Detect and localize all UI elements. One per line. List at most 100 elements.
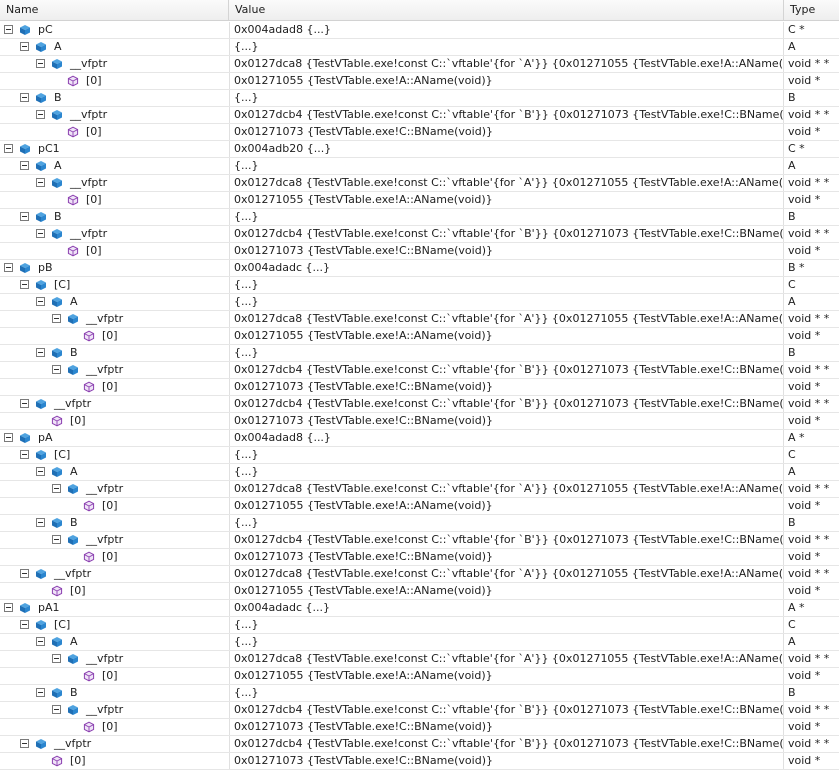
value-cell[interactable]: 0x01271073 {TestVTable.exe!C::BName(void…	[229, 753, 784, 769]
collapse-toggle[interactable]	[4, 263, 13, 272]
tree-row[interactable]: [0] 0x01271055 {TestVTable.exe!A::AName(v…	[0, 328, 839, 345]
tree-row[interactable]: A {...} A	[0, 294, 839, 311]
collapse-toggle[interactable]	[20, 569, 29, 578]
tree-row[interactable]: B {...} B	[0, 515, 839, 532]
collapse-toggle[interactable]	[36, 178, 45, 187]
collapse-toggle[interactable]	[36, 348, 45, 357]
value-cell[interactable]: 0x01271073 {TestVTable.exe!C::BName(void…	[229, 379, 784, 395]
tree-row[interactable]: [0] 0x01271055 {TestVTable.exe!A::AName(v…	[0, 192, 839, 209]
value-cell[interactable]: 0x004adad8 {...}	[229, 430, 784, 446]
collapse-toggle[interactable]	[52, 365, 61, 374]
tree-row[interactable]: pC1 0x004adb20 {...} C *	[0, 141, 839, 158]
collapse-toggle[interactable]	[52, 705, 61, 714]
name-column-header[interactable]: Name	[0, 0, 229, 20]
tree-row[interactable]: __vfptr 0x0127dca8 {TestVTable.exe!const …	[0, 651, 839, 668]
value-cell[interactable]: 0x0127dcb4 {TestVTable.exe!const C::`vft…	[229, 226, 784, 242]
collapse-toggle[interactable]	[52, 484, 61, 493]
tree-row[interactable]: __vfptr 0x0127dcb4 {TestVTable.exe!const …	[0, 532, 839, 549]
value-cell[interactable]: 0x0127dca8 {TestVTable.exe!const C::`vft…	[229, 481, 784, 497]
tree-row[interactable]: B {...} B	[0, 345, 839, 362]
tree-row[interactable]: A {...} A	[0, 158, 839, 175]
value-cell[interactable]: 0x01271055 {TestVTable.exe!A::AName(void…	[229, 192, 784, 208]
value-cell[interactable]: {...}	[229, 515, 784, 531]
value-cell[interactable]: 0x01271055 {TestVTable.exe!A::AName(void…	[229, 583, 784, 599]
value-cell[interactable]: 0x004adb20 {...}	[229, 141, 784, 157]
tree-row[interactable]: __vfptr 0x0127dca8 {TestVTable.exe!const …	[0, 56, 839, 73]
collapse-toggle[interactable]	[20, 399, 29, 408]
value-cell[interactable]: 0x0127dcb4 {TestVTable.exe!const C::`vft…	[229, 362, 784, 378]
collapse-toggle[interactable]	[20, 620, 29, 629]
collapse-toggle[interactable]	[20, 161, 29, 170]
tree-row[interactable]: [0] 0x01271073 {TestVTable.exe!C::BName(v…	[0, 124, 839, 141]
value-cell[interactable]: 0x01271055 {TestVTable.exe!A::AName(void…	[229, 328, 784, 344]
collapse-toggle[interactable]	[20, 450, 29, 459]
value-cell[interactable]: {...}	[229, 209, 784, 225]
tree-row[interactable]: __vfptr 0x0127dca8 {TestVTable.exe!const …	[0, 311, 839, 328]
collapse-toggle[interactable]	[20, 739, 29, 748]
value-cell[interactable]: 0x0127dcb4 {TestVTable.exe!const C::`vft…	[229, 396, 784, 412]
tree-row[interactable]: [0] 0x01271055 {TestVTable.exe!A::AName(v…	[0, 73, 839, 90]
value-cell[interactable]: {...}	[229, 447, 784, 463]
value-cell[interactable]: 0x004adadc {...}	[229, 260, 784, 276]
tree-row[interactable]: pB 0x004adadc {...} B *	[0, 260, 839, 277]
value-cell[interactable]: {...}	[229, 634, 784, 650]
value-cell[interactable]: 0x01271073 {TestVTable.exe!C::BName(void…	[229, 124, 784, 140]
collapse-toggle[interactable]	[4, 144, 13, 153]
tree-row[interactable]: [C] {...} C	[0, 617, 839, 634]
value-cell[interactable]: {...}	[229, 158, 784, 174]
value-cell[interactable]: {...}	[229, 345, 784, 361]
tree-row[interactable]: pA1 0x004adadc {...} A *	[0, 600, 839, 617]
value-cell[interactable]: 0x01271073 {TestVTable.exe!C::BName(void…	[229, 549, 784, 565]
collapse-toggle[interactable]	[36, 297, 45, 306]
tree-row[interactable]: __vfptr 0x0127dcb4 {TestVTable.exe!const …	[0, 362, 839, 379]
value-cell[interactable]: 0x01271055 {TestVTable.exe!A::AName(void…	[229, 498, 784, 514]
tree-row[interactable]: __vfptr 0x0127dcb4 {TestVTable.exe!const …	[0, 107, 839, 124]
value-cell[interactable]: {...}	[229, 39, 784, 55]
value-cell[interactable]: 0x0127dcb4 {TestVTable.exe!const C::`vft…	[229, 702, 784, 718]
collapse-toggle[interactable]	[36, 518, 45, 527]
collapse-toggle[interactable]	[36, 467, 45, 476]
tree-row[interactable]: [C] {...} C	[0, 277, 839, 294]
collapse-toggle[interactable]	[20, 212, 29, 221]
collapse-toggle[interactable]	[4, 603, 13, 612]
value-column-header[interactable]: Value	[229, 0, 784, 20]
tree-row[interactable]: B {...} B	[0, 90, 839, 107]
tree-row[interactable]: [0] 0x01271073 {TestVTable.exe!C::BName(v…	[0, 753, 839, 770]
value-cell[interactable]: 0x0127dca8 {TestVTable.exe!const C::`vft…	[229, 311, 784, 327]
value-cell[interactable]: 0x004adad8 {...}	[229, 22, 784, 38]
collapse-toggle[interactable]	[52, 654, 61, 663]
value-cell[interactable]: 0x0127dcb4 {TestVTable.exe!const C::`vft…	[229, 107, 784, 123]
tree-row[interactable]: B {...} B	[0, 209, 839, 226]
collapse-toggle[interactable]	[52, 314, 61, 323]
value-cell[interactable]: 0x01271055 {TestVTable.exe!A::AName(void…	[229, 73, 784, 89]
tree-row[interactable]: __vfptr 0x0127dcb4 {TestVTable.exe!const …	[0, 702, 839, 719]
tree-row[interactable]: __vfptr 0x0127dca8 {TestVTable.exe!const …	[0, 175, 839, 192]
collapse-toggle[interactable]	[36, 229, 45, 238]
value-cell[interactable]: 0x01271073 {TestVTable.exe!C::BName(void…	[229, 719, 784, 735]
tree-row[interactable]: B {...} B	[0, 685, 839, 702]
tree-row[interactable]: [0] 0x01271055 {TestVTable.exe!A::AName(v…	[0, 498, 839, 515]
type-column-header[interactable]: Type	[784, 0, 839, 20]
value-cell[interactable]: {...}	[229, 617, 784, 633]
tree-row[interactable]: __vfptr 0x0127dcb4 {TestVTable.exe!const …	[0, 396, 839, 413]
collapse-toggle[interactable]	[20, 280, 29, 289]
collapse-toggle[interactable]	[36, 110, 45, 119]
value-cell[interactable]: 0x0127dca8 {TestVTable.exe!const C::`vft…	[229, 56, 784, 72]
tree-row[interactable]: __vfptr 0x0127dcb4 {TestVTable.exe!const …	[0, 226, 839, 243]
tree-row[interactable]: __vfptr 0x0127dcb4 {TestVTable.exe!const …	[0, 736, 839, 753]
tree-row[interactable]: [0] 0x01271055 {TestVTable.exe!A::AName(v…	[0, 668, 839, 685]
tree-row[interactable]: __vfptr 0x0127dca8 {TestVTable.exe!const …	[0, 566, 839, 583]
collapse-toggle[interactable]	[4, 433, 13, 442]
value-cell[interactable]: 0x01271055 {TestVTable.exe!A::AName(void…	[229, 668, 784, 684]
tree-row[interactable]: [0] 0x01271073 {TestVTable.exe!C::BName(v…	[0, 413, 839, 430]
value-cell[interactable]: 0x0127dca8 {TestVTable.exe!const C::`vft…	[229, 651, 784, 667]
tree-row[interactable]: [0] 0x01271073 {TestVTable.exe!C::BName(v…	[0, 243, 839, 260]
tree-row[interactable]: [0] 0x01271073 {TestVTable.exe!C::BName(v…	[0, 379, 839, 396]
tree-row[interactable]: __vfptr 0x0127dca8 {TestVTable.exe!const …	[0, 481, 839, 498]
tree-row[interactable]: [0] 0x01271055 {TestVTable.exe!A::AName(v…	[0, 583, 839, 600]
collapse-toggle[interactable]	[36, 637, 45, 646]
value-cell[interactable]: {...}	[229, 464, 784, 480]
tree-row[interactable]: [0] 0x01271073 {TestVTable.exe!C::BName(v…	[0, 549, 839, 566]
collapse-toggle[interactable]	[4, 25, 13, 34]
value-cell[interactable]: 0x004adadc {...}	[229, 600, 784, 616]
